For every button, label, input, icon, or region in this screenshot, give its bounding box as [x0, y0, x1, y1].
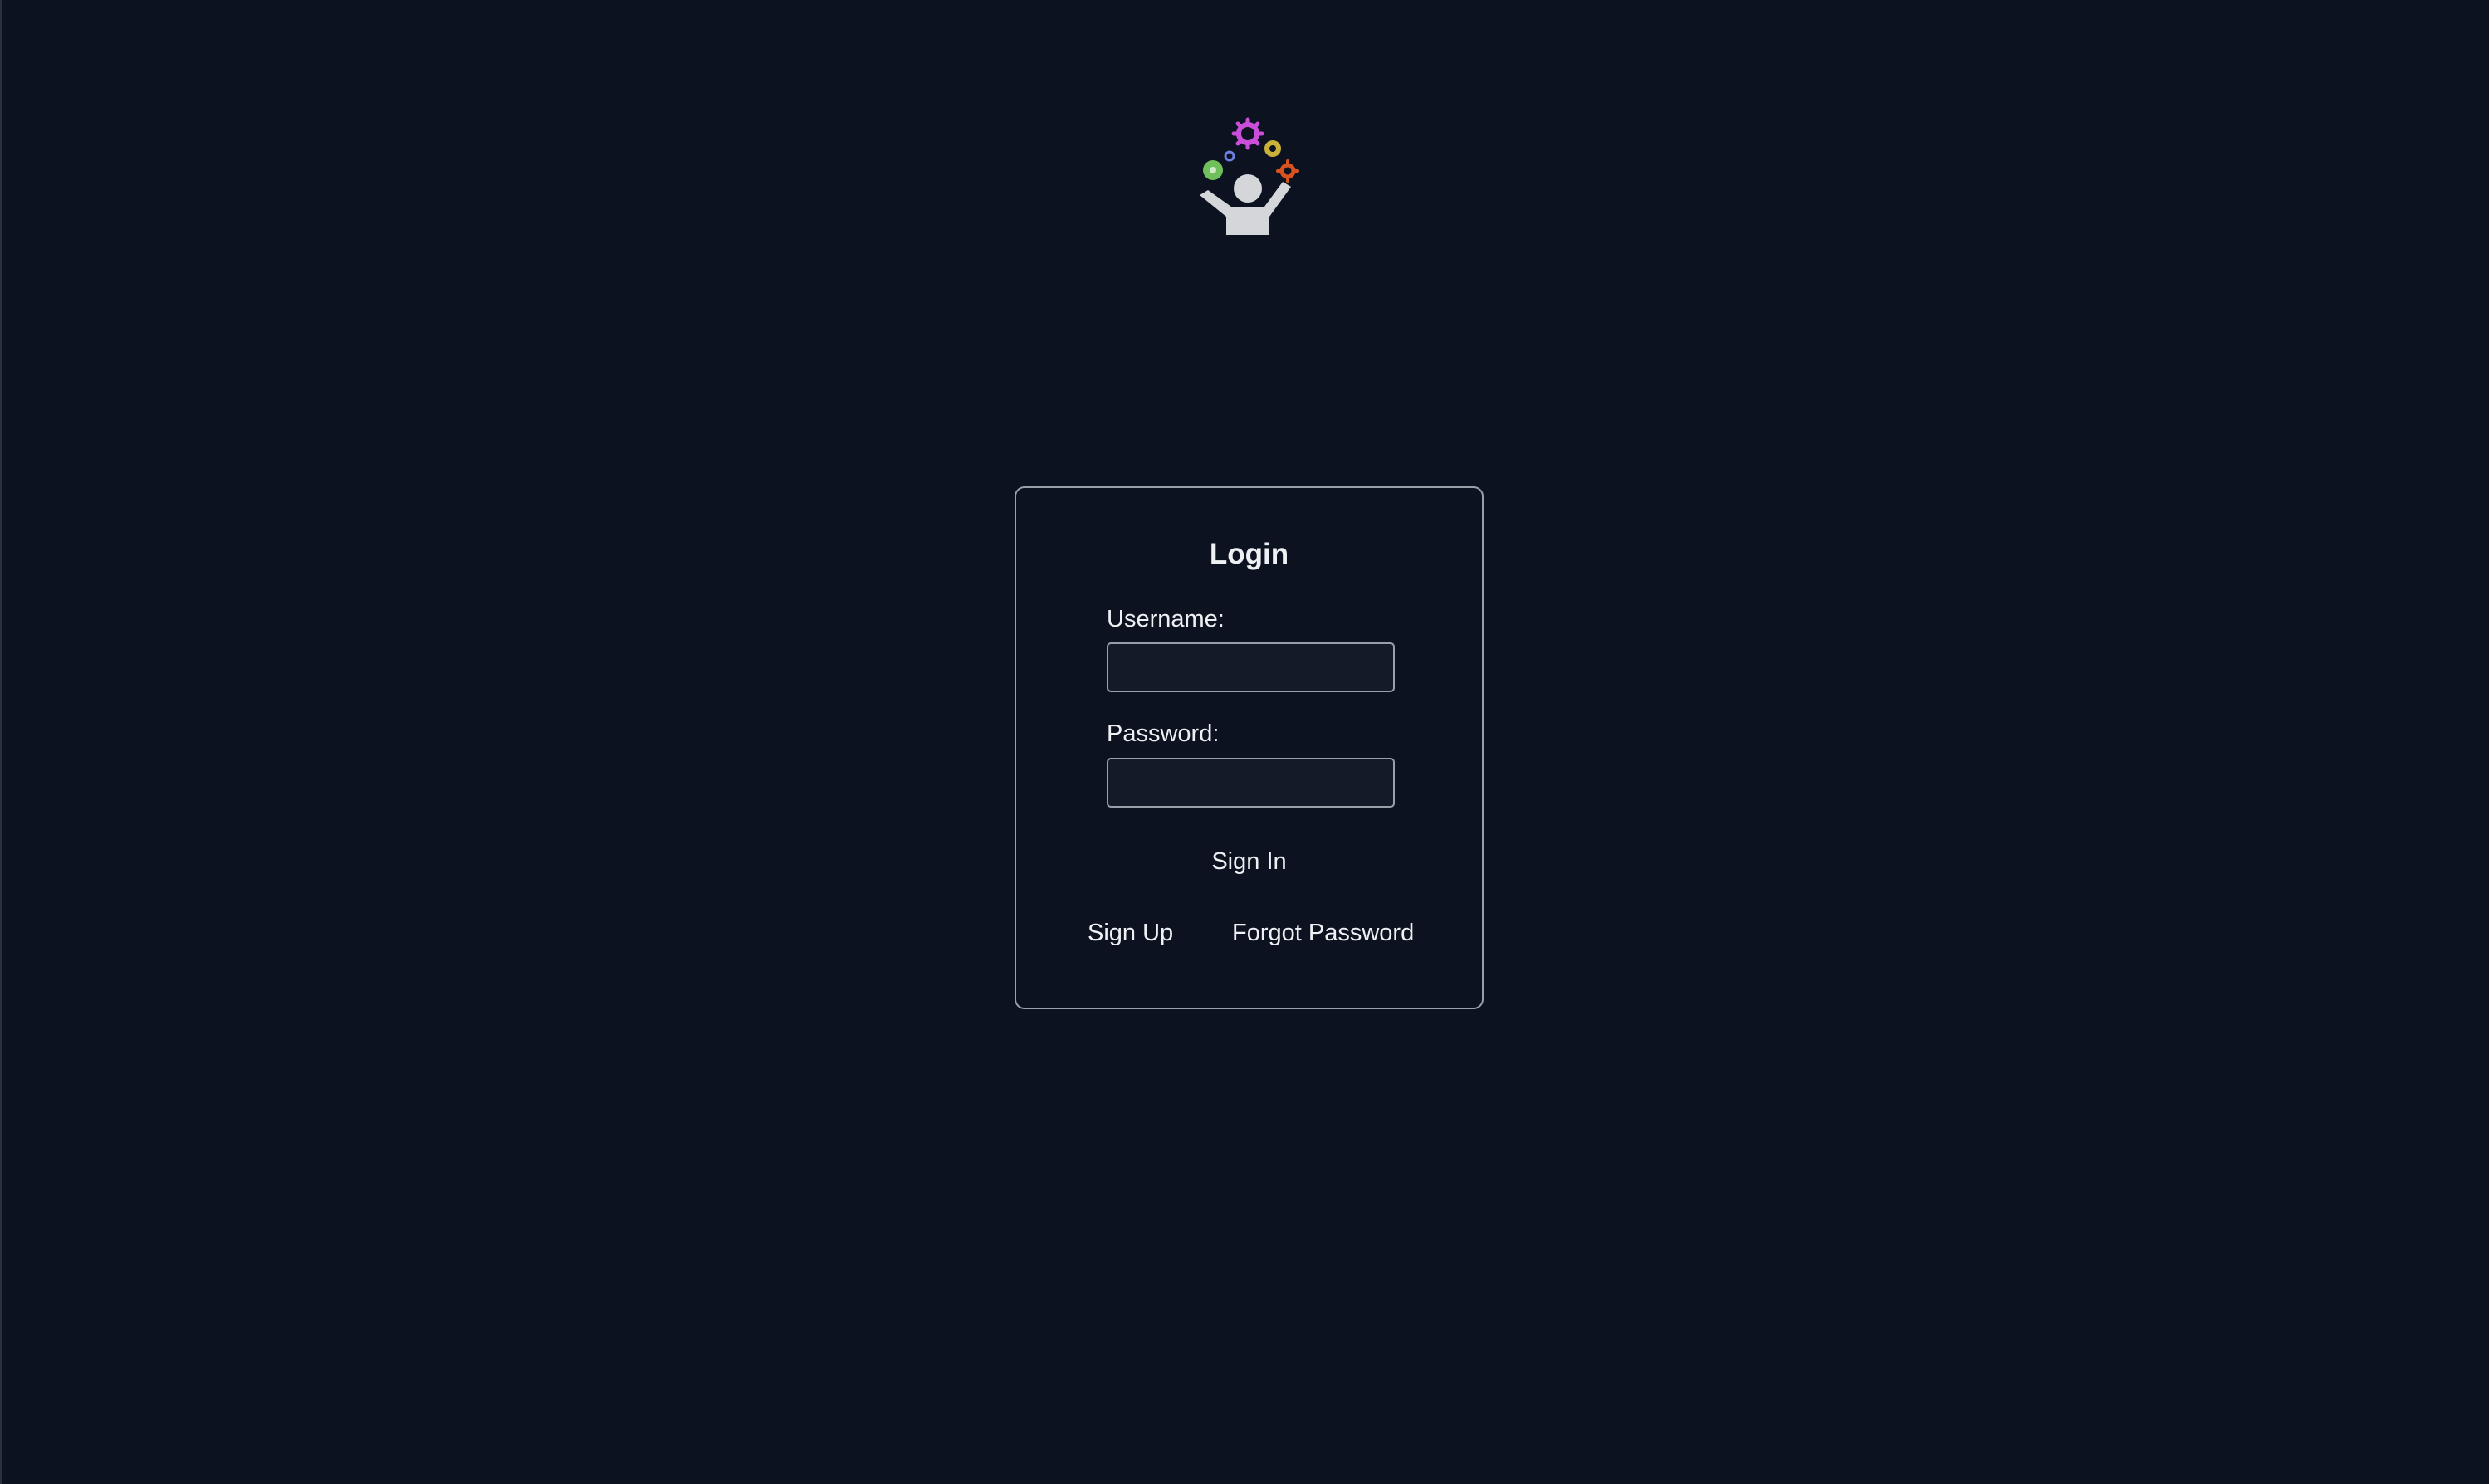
login-title: Login [1209, 538, 1289, 570]
sign-in-button[interactable]: Sign In [1016, 850, 1482, 874]
username-label: Username: [1107, 606, 1225, 632]
password-input[interactable] [1107, 758, 1395, 808]
window-left-border [0, 0, 2, 1484]
app-logo [1190, 110, 1306, 242]
password-label: Password: [1107, 720, 1220, 747]
login-card: Login Username: Password: Sign In Sign U… [1015, 486, 1484, 1009]
forgot-password-button[interactable]: Forgot Password [1232, 921, 1414, 945]
username-input[interactable] [1107, 642, 1395, 692]
person-juggling-gears-icon [1200, 117, 1299, 235]
sign-up-button[interactable]: Sign Up [1088, 921, 1173, 945]
